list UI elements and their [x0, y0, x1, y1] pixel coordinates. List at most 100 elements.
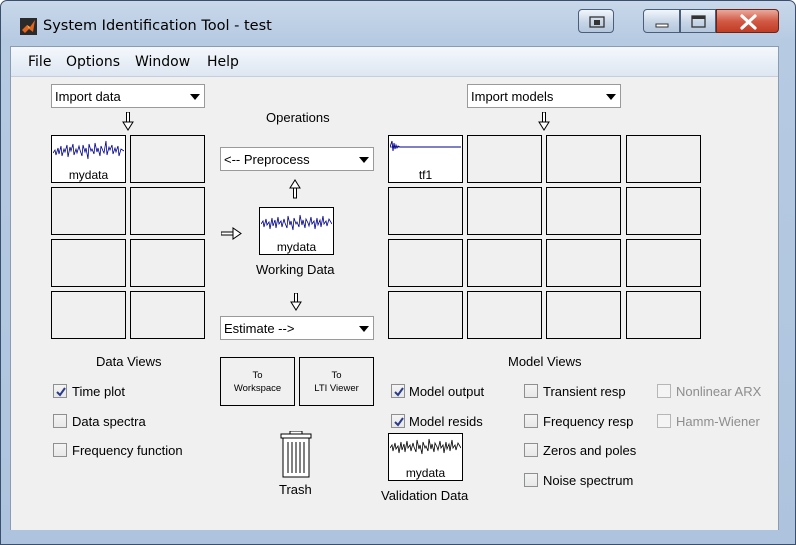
app-window: System Identification Tool - test File O…: [0, 0, 796, 545]
data-spectra-label: Data spectra: [72, 414, 146, 429]
import-models-combo[interactable]: Import models: [467, 84, 621, 108]
menu-help[interactable]: Help: [207, 54, 239, 70]
validation-data-caption: Validation Data: [381, 488, 469, 503]
to-lti-viewer-line2: LTI Viewer: [314, 383, 359, 394]
window-switch-icon: [589, 16, 605, 28]
frequency-function-label: Frequency function: [72, 443, 183, 458]
data-slot-3[interactable]: [51, 187, 126, 235]
menu-options[interactable]: Options: [66, 54, 120, 70]
operations-title: Operations: [266, 110, 330, 125]
model-slot-3[interactable]: [546, 135, 621, 183]
minimize-button[interactable]: [643, 9, 680, 33]
zeros-and-poles-label: Zeros and poles: [543, 443, 637, 458]
model-slot-5[interactable]: [388, 187, 463, 235]
model-slot-2[interactable]: [467, 135, 542, 183]
transient-resp-label: Transient resp: [543, 384, 626, 399]
model-resids-label: Model resids: [409, 414, 483, 429]
noise-spectrum-label: Noise spectrum: [543, 473, 634, 488]
validation-data-label: mydata: [389, 467, 462, 480]
data-slot-1[interactable]: mydata: [51, 135, 126, 183]
model-slot-14[interactable]: [467, 291, 542, 339]
data-slot-1-label: mydata: [52, 169, 125, 182]
arrow-up-icon: [289, 179, 301, 199]
working-data-caption: Working Data: [256, 262, 335, 277]
trash-icon[interactable]: [279, 431, 313, 479]
frequency-function-checkbox[interactable]: [53, 443, 67, 457]
transient-resp-checkbox[interactable]: [524, 384, 538, 398]
hamm-wiener-label: Hamm-Wiener: [676, 414, 760, 429]
chevron-down-icon: [190, 94, 200, 100]
chevron-down-icon: [359, 326, 369, 332]
minimize-icon: [655, 23, 669, 28]
chevron-down-icon: [359, 157, 369, 163]
matlab-logo-icon: [20, 18, 37, 35]
time-plot-checkbox[interactable]: [53, 384, 67, 398]
menu-file[interactable]: File: [28, 54, 51, 70]
window-title: System Identification Tool - test: [43, 18, 272, 34]
model-slot-13[interactable]: [388, 291, 463, 339]
data-slot-5[interactable]: [51, 239, 126, 287]
zeros-and-poles-checkbox[interactable]: [524, 443, 538, 457]
data-views-title: Data Views: [96, 354, 162, 369]
model-slot-15[interactable]: [546, 291, 621, 339]
data-spectra-checkbox[interactable]: [53, 414, 67, 428]
trash-label: Trash: [279, 482, 312, 497]
arrow-down-icon: [538, 112, 550, 131]
model-output-checkbox[interactable]: [391, 384, 405, 398]
model-views-title: Model Views: [508, 354, 582, 369]
to-workspace-line2: Workspace: [233, 383, 282, 394]
data-slot-6[interactable]: [130, 239, 205, 287]
model-slot-4[interactable]: [626, 135, 701, 183]
window-switch-button[interactable]: [578, 9, 614, 33]
chevron-down-icon: [606, 94, 616, 100]
model-slot-16[interactable]: [626, 291, 701, 339]
nonlinear-arx-checkbox[interactable]: [657, 384, 671, 398]
menu-window[interactable]: Window: [135, 54, 190, 70]
to-lti-viewer-button[interactable]: To LTI Viewer: [299, 357, 374, 406]
model-slot-12[interactable]: [626, 239, 701, 287]
import-data-combo[interactable]: Import data: [51, 84, 205, 108]
arrow-down-icon: [290, 293, 302, 311]
to-workspace-button[interactable]: To Workspace: [220, 357, 295, 406]
menu-bar: File Options Window Help: [11, 47, 778, 77]
model-slot-1-label: tf1: [389, 169, 462, 182]
noise-spectrum-checkbox[interactable]: [524, 473, 538, 487]
frequency-resp-checkbox[interactable]: [524, 414, 538, 428]
arrow-right-icon: [221, 227, 242, 240]
to-workspace-line1: To: [252, 370, 263, 381]
estimate-combo[interactable]: Estimate -->: [220, 316, 374, 340]
model-response-thumbnail: [390, 137, 461, 168]
arrow-down-icon: [122, 112, 134, 131]
model-slot-6[interactable]: [467, 187, 542, 235]
model-slot-1[interactable]: tf1: [388, 135, 463, 183]
model-output-label: Model output: [409, 384, 485, 399]
maximize-icon: [691, 15, 706, 28]
preprocess-value: <-- Preprocess: [224, 152, 310, 167]
checkmark-icon: [394, 387, 404, 397]
data-slot-8[interactable]: [130, 291, 205, 339]
data-slot-4[interactable]: [130, 187, 205, 235]
model-slot-11[interactable]: [546, 239, 621, 287]
model-slot-10[interactable]: [467, 239, 542, 287]
hamm-wiener-checkbox[interactable]: [657, 414, 671, 428]
validation-data-slot[interactable]: mydata: [388, 433, 463, 481]
frequency-resp-label: Frequency resp: [543, 414, 634, 429]
data-slot-7[interactable]: [51, 291, 126, 339]
checkmark-icon: [394, 417, 404, 427]
working-data-slot[interactable]: mydata: [259, 207, 334, 255]
to-lti-viewer-line1: To: [331, 370, 342, 381]
main-panel: Import data mydata Data Views Time plot …: [11, 78, 778, 530]
maximize-button[interactable]: [680, 9, 716, 33]
data-slot-2[interactable]: [130, 135, 205, 183]
validation-data-thumbnail: [390, 435, 461, 466]
nonlinear-arx-label: Nonlinear ARX: [676, 384, 762, 399]
model-slot-7[interactable]: [546, 187, 621, 235]
model-resids-checkbox[interactable]: [391, 414, 405, 428]
title-bar[interactable]: System Identification Tool - test: [1, 1, 795, 45]
import-models-value: Import models: [471, 89, 554, 104]
preprocess-combo[interactable]: <-- Preprocess: [220, 147, 374, 171]
close-button[interactable]: [716, 9, 779, 33]
estimate-value: Estimate -->: [224, 321, 295, 336]
model-slot-8[interactable]: [626, 187, 701, 235]
model-slot-9[interactable]: [388, 239, 463, 287]
